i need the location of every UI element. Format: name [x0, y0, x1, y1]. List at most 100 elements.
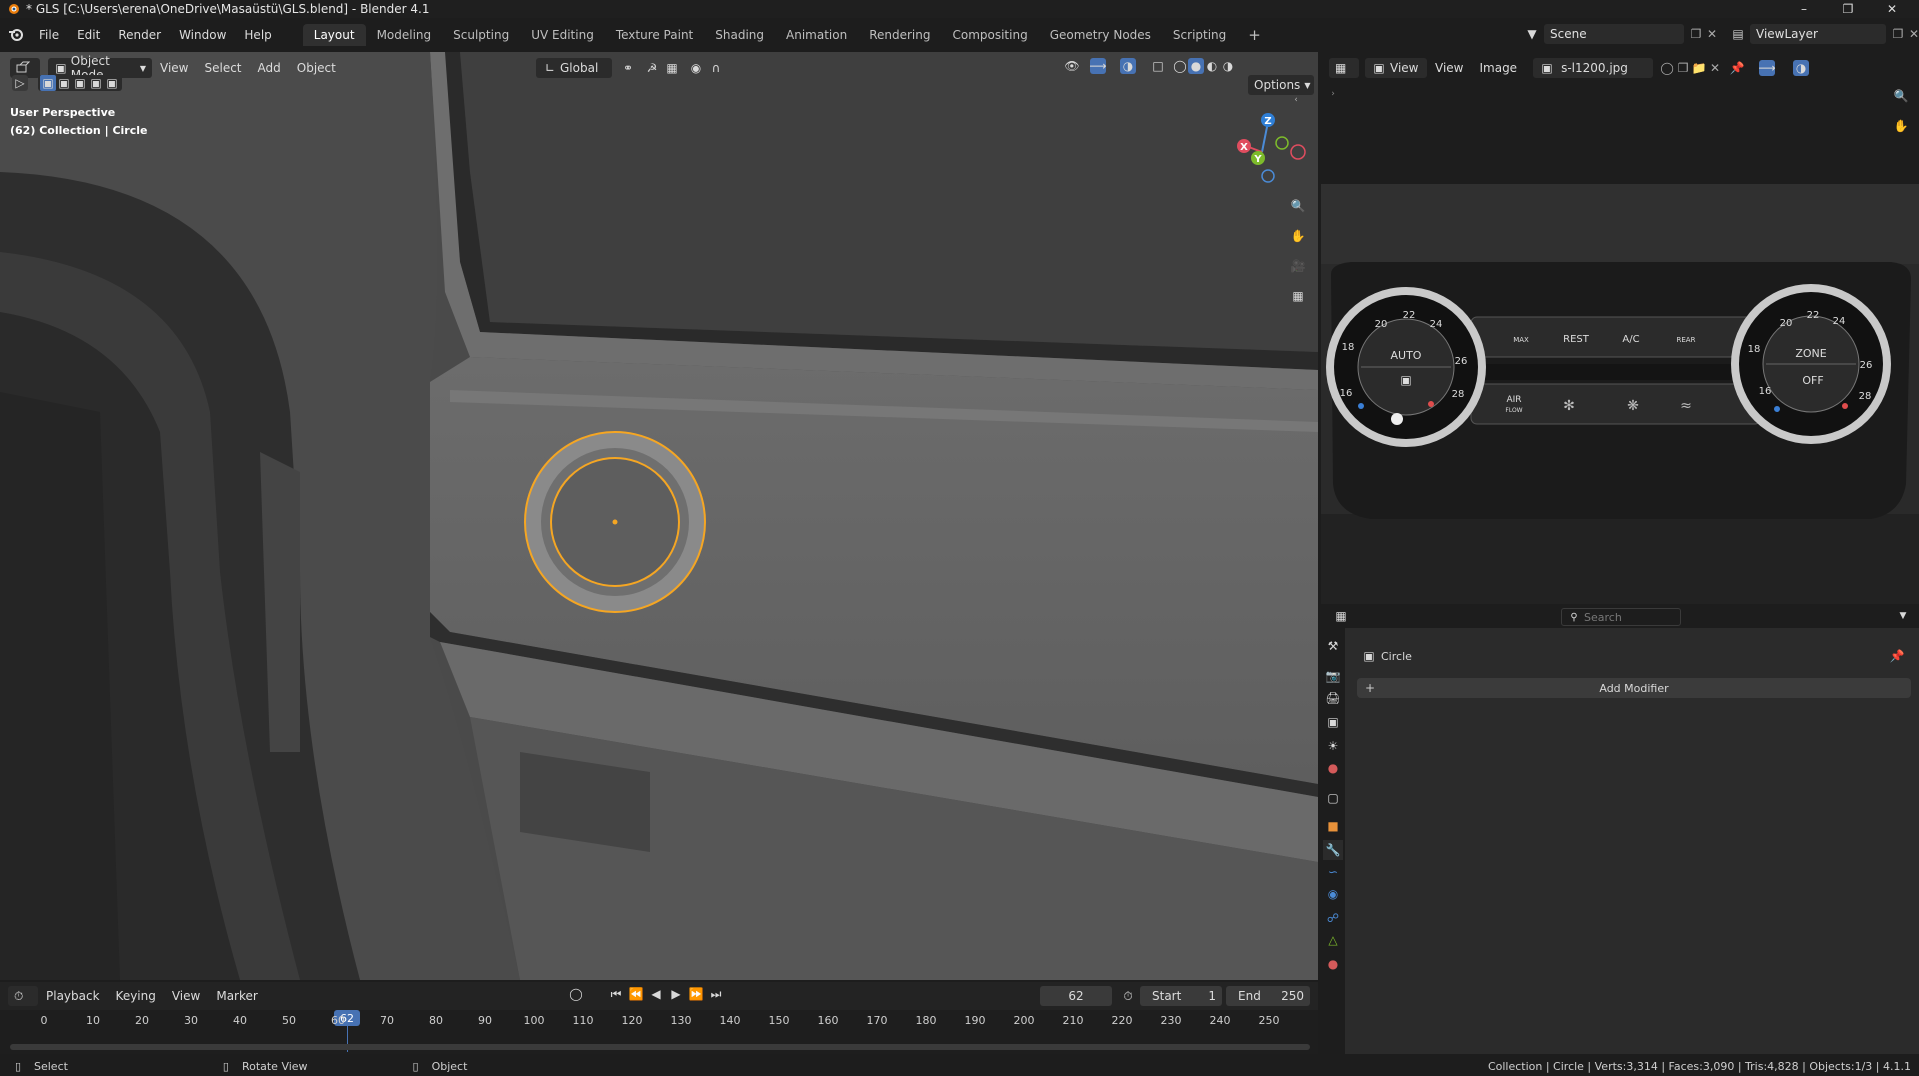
timeline-editor[interactable]: ⏱ Playback Keying View Marker ◯ ⏮ ⏪ ◀ ▶ … — [0, 982, 1318, 1054]
play-reverse-icon[interactable]: ◀ — [648, 986, 664, 1002]
tool-tab-icon[interactable]: ⚒ — [1323, 636, 1343, 656]
menu-file[interactable]: File — [30, 24, 68, 46]
view-layer-tab-icon[interactable]: ▣ — [1323, 712, 1343, 732]
image-editor-type-button[interactable]: ▦ — [1329, 58, 1359, 78]
gizmo-toggle-icon[interactable]: ⟶ — [1089, 58, 1107, 74]
navigation-gizmo[interactable]: Z X Y — [1226, 108, 1306, 188]
end-frame-field[interactable]: End 250 — [1226, 986, 1310, 1006]
timeline-menu-keying[interactable]: Keying — [108, 989, 164, 1003]
new-view-layer-icon[interactable]: ❐ — [1890, 26, 1906, 42]
new-image-icon[interactable]: ❐ — [1675, 60, 1691, 76]
gizmo-neg-x[interactable] — [1290, 144, 1306, 160]
transform-orientation-dropdown[interactable]: ∟ Global — [536, 58, 612, 78]
pivot-icon[interactable]: ⚭ — [620, 60, 636, 76]
tab-rendering[interactable]: Rendering — [858, 24, 941, 46]
gizmo-neg-y[interactable] — [1275, 136, 1289, 150]
output-tab-icon[interactable]: 🖨 — [1323, 688, 1343, 708]
overlay-toggle-icon[interactable]: ◑ — [1120, 58, 1136, 74]
tab-geometry-nodes[interactable]: Geometry Nodes — [1039, 24, 1162, 46]
add-workspace-icon[interactable]: + — [1237, 24, 1272, 46]
jump-end-icon[interactable]: ⏭ — [708, 986, 724, 1002]
select-tool-icon[interactable]: ▷ — [12, 75, 28, 91]
image-menu-image[interactable]: Image — [1471, 61, 1525, 75]
xray-icon[interactable]: □ — [1150, 58, 1166, 74]
current-frame-field[interactable]: 62 — [1040, 986, 1112, 1006]
image-overlay-icon[interactable]: ◑ — [1793, 60, 1810, 76]
tab-scripting[interactable]: Scripting — [1162, 24, 1237, 46]
properties-search-input[interactable]: ⚲ Search — [1561, 608, 1681, 626]
start-frame-field[interactable]: Start 1 — [1140, 986, 1222, 1006]
image-toolbar-toggle-icon[interactable]: › — [1325, 86, 1341, 102]
visibility-icon[interactable]: 👁 — [1064, 58, 1080, 74]
select-extend-icon[interactable]: ▣ — [56, 75, 72, 91]
physics-tab-icon[interactable]: ◉ — [1323, 884, 1343, 904]
minimize-button[interactable]: – — [1782, 0, 1826, 18]
tab-sculpting[interactable]: Sculpting — [442, 24, 520, 46]
viewport-menu-object[interactable]: Object — [289, 61, 344, 75]
remove-scene-icon[interactable]: ✕ — [1704, 26, 1720, 42]
timeline-menu-view[interactable]: View — [164, 989, 208, 1003]
timeline-menu-playback[interactable]: Playback — [38, 989, 108, 1003]
world-tab-icon[interactable]: ● — [1323, 758, 1343, 778]
timeline-editor-type-button[interactable]: ⏱ — [8, 986, 38, 1006]
camera-view-icon[interactable]: 🎥 — [1288, 256, 1308, 276]
pin-icon[interactable]: 📌 — [1729, 60, 1745, 76]
constraints-tab-icon[interactable]: ☍ — [1323, 908, 1343, 928]
timeline-scrollbar[interactable] — [10, 1044, 1310, 1050]
image-menu-view[interactable]: View — [1427, 61, 1471, 75]
tab-uv-editing[interactable]: UV Editing — [520, 24, 605, 46]
fake-user-icon[interactable]: ◯ — [1659, 60, 1675, 76]
jump-start-icon[interactable]: ⏮ — [608, 986, 624, 1002]
chevron-down-icon[interactable]: ▼ — [1895, 608, 1911, 624]
timeline-menu-marker[interactable]: Marker — [208, 989, 265, 1003]
viewport-menu-add[interactable]: Add — [250, 61, 289, 75]
modifier-tab-icon[interactable]: 🔧 — [1323, 840, 1343, 860]
remove-view-layer-icon[interactable]: ✕ — [1906, 26, 1919, 42]
options-dropdown[interactable]: Options ▼ — [1248, 75, 1314, 95]
snap-icon[interactable]: ☭ — [644, 60, 660, 76]
tab-texture-paint[interactable]: Texture Paint — [605, 24, 704, 46]
menu-help[interactable]: Help — [235, 24, 280, 46]
image-gizmo-icon[interactable]: ⟶ — [1758, 60, 1776, 76]
pan-hand-icon[interactable]: ✋ — [1288, 226, 1308, 246]
scene-tab-icon[interactable]: ☀ — [1323, 736, 1343, 756]
unlink-image-icon[interactable]: ✕ — [1707, 60, 1723, 76]
jump-keyframe-back-icon[interactable]: ⏪ — [628, 986, 644, 1002]
scene-icon[interactable]: ▼ — [1524, 26, 1540, 42]
view-layer-icon[interactable]: ▤ — [1730, 26, 1746, 42]
material-shading-icon[interactable]: ◐ — [1204, 58, 1220, 74]
tab-modeling[interactable]: Modeling — [366, 24, 443, 46]
solid-shading-icon[interactable]: ● — [1188, 58, 1204, 74]
3d-viewport[interactable]: ▣ Object Mode ▼ View Select Add Object ∟… — [0, 52, 1318, 980]
image-browse-field[interactable]: ▣ s-l1200.jpg — [1533, 58, 1654, 78]
stopwatch-icon[interactable]: ⏱ — [1120, 988, 1136, 1004]
particles-tab-icon[interactable]: ∽ — [1323, 862, 1343, 882]
maximize-button[interactable]: ❐ — [1826, 0, 1870, 18]
select-invert-icon[interactable]: ▣ — [88, 75, 104, 91]
select-intersect-icon[interactable]: ▣ — [104, 75, 120, 91]
sidebar-toggle-icon[interactable]: ‹ — [1288, 92, 1304, 108]
pin-properties-icon[interactable]: 📌 — [1889, 648, 1905, 664]
menu-render[interactable]: Render — [109, 24, 170, 46]
material-tab-icon[interactable]: ● — [1323, 954, 1343, 974]
blender-menu-icon[interactable] — [8, 27, 24, 43]
data-tab-icon[interactable]: △ — [1323, 930, 1343, 950]
menu-window[interactable]: Window — [170, 24, 235, 46]
proportional-edit-icon[interactable]: ◉ — [688, 60, 704, 76]
image-editor[interactable]: ▦ ▣ View View Image ▣ s-l1200.jpg ◯ ❐ 📁 … — [1321, 52, 1919, 604]
ortho-grid-icon[interactable]: ▦ — [1288, 286, 1308, 306]
render-tab-icon[interactable]: 📷 — [1323, 666, 1343, 686]
menu-edit[interactable]: Edit — [68, 24, 109, 46]
add-modifier-button[interactable]: + Add Modifier — [1357, 678, 1911, 698]
view-layer-field[interactable]: ViewLayer — [1750, 24, 1886, 44]
object-tab-icon[interactable]: ■ — [1323, 816, 1343, 836]
play-icon[interactable]: ▶ — [668, 986, 684, 1002]
select-new-icon[interactable]: ▣ — [40, 75, 56, 91]
tab-compositing[interactable]: Compositing — [941, 24, 1038, 46]
reference-image[interactable]: MAX REST A/C REAR AIR FLOW ✻ ❋ ≈ AUTO ▣ … — [1321, 184, 1919, 604]
scene-field[interactable]: Scene — [1544, 24, 1684, 44]
wireframe-shading-icon[interactable]: ◯ — [1172, 58, 1188, 74]
new-scene-icon[interactable]: ❐ — [1688, 26, 1704, 42]
select-subtract-icon[interactable]: ▣ — [72, 75, 88, 91]
falloff-icon[interactable]: ∩ — [708, 60, 724, 76]
